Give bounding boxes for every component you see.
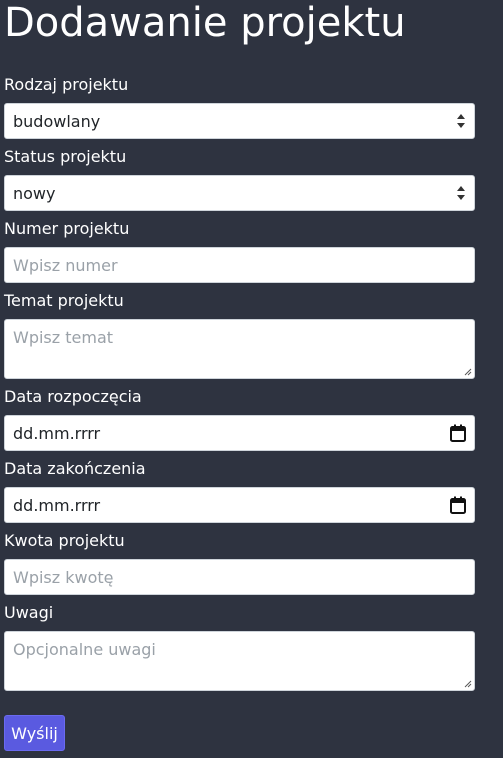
end-date-input[interactable]: dd.mm.rrrr xyxy=(4,487,475,523)
project-type-select[interactable]: budowlany xyxy=(4,103,475,139)
page-title: Dodawanie projektu xyxy=(4,0,406,46)
project-topic-textarea[interactable]: Wpisz temat xyxy=(4,319,475,379)
project-number-label: Numer projektu xyxy=(4,219,130,238)
start-date-label: Data rozpoczęcia xyxy=(4,387,142,406)
end-date-value: dd.mm.rrrr xyxy=(13,495,101,515)
notes-label: Uwagi xyxy=(4,603,54,622)
project-status-select[interactable]: nowy xyxy=(4,175,475,211)
project-amount-label: Kwota projektu xyxy=(4,531,125,550)
end-date-label: Data zakończenia xyxy=(4,459,146,478)
project-status-value: nowy xyxy=(13,183,56,203)
start-date-value: dd.mm.rrrr xyxy=(13,423,101,443)
project-amount-input[interactable]: Wpisz kwotę xyxy=(4,559,475,595)
calendar-icon[interactable] xyxy=(450,424,466,442)
resize-handle-icon[interactable] xyxy=(464,680,472,688)
project-type-label: Rodzaj projektu xyxy=(4,75,129,94)
select-arrows-icon xyxy=(456,186,466,200)
project-status-label: Status projektu xyxy=(4,147,127,166)
project-topic-label: Temat projektu xyxy=(4,291,124,310)
select-arrows-icon xyxy=(456,114,466,128)
project-type-value: budowlany xyxy=(13,111,101,131)
calendar-icon[interactable] xyxy=(450,496,466,514)
submit-button[interactable]: Wyślij xyxy=(4,715,65,751)
notes-placeholder: Opcjonalne uwagi xyxy=(13,640,156,659)
project-number-placeholder: Wpisz numer xyxy=(13,255,118,275)
project-number-input[interactable]: Wpisz numer xyxy=(4,247,475,283)
project-topic-placeholder: Wpisz temat xyxy=(13,328,114,347)
resize-handle-icon[interactable] xyxy=(464,368,472,376)
project-amount-placeholder: Wpisz kwotę xyxy=(13,567,114,587)
notes-textarea[interactable]: Opcjonalne uwagi xyxy=(4,631,475,691)
start-date-input[interactable]: dd.mm.rrrr xyxy=(4,415,475,451)
